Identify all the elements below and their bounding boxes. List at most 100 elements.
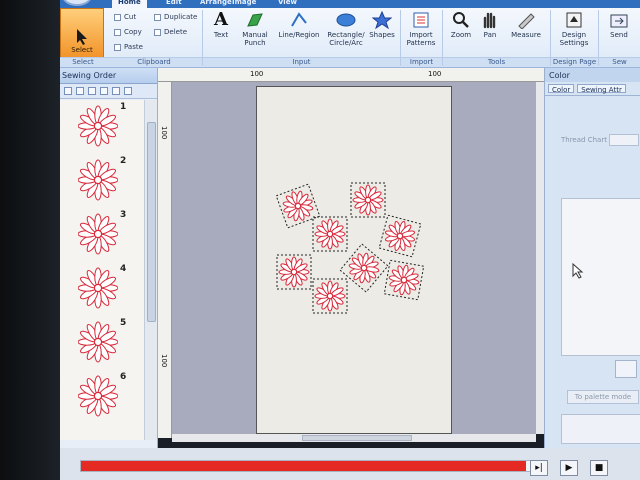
manual-punch-icon: [245, 11, 265, 29]
tab-arrange[interactable]: Arrange: [200, 0, 232, 8]
ruler-label: 100: [160, 126, 168, 140]
sewing-order-title: Sewing Order: [60, 68, 157, 84]
palette-icon[interactable]: [615, 360, 637, 378]
select-button[interactable]: Select: [60, 8, 104, 58]
order-number: 6: [120, 372, 127, 382]
scrollbar-thumb[interactable]: [302, 435, 412, 441]
measure-button[interactable]: Measure: [508, 11, 544, 39]
color-order-icon[interactable]: [112, 87, 120, 95]
flower-motif[interactable]: [378, 214, 422, 258]
tab-image[interactable]: Image: [232, 0, 256, 8]
group-label-sew: Sew: [599, 57, 640, 67]
list-item[interactable]: 1: [60, 100, 144, 154]
tab-home[interactable]: Home: [112, 0, 147, 8]
pan-button[interactable]: Pan: [478, 11, 502, 39]
cut-button[interactable]: Cut: [114, 13, 136, 21]
star-icon: [372, 11, 392, 29]
canvas-vertical-scrollbar[interactable]: [536, 82, 544, 434]
hand-icon: [480, 11, 500, 29]
flower-design[interactable]: [257, 87, 453, 435]
order-number: 3: [120, 210, 127, 220]
select-label: Select: [71, 46, 93, 54]
design-settings-button[interactable]: Design Settings: [554, 11, 594, 47]
cut-label: Cut: [124, 13, 137, 21]
color-panel-tabs: Color Sewing Attr: [545, 82, 640, 96]
lock-icon[interactable]: [100, 87, 108, 95]
color-panel-title: Color: [545, 68, 640, 82]
flower-motif[interactable]: [339, 243, 389, 293]
flower-motif[interactable]: [350, 182, 386, 218]
embroidery-hoop[interactable]: [256, 86, 452, 434]
ruler-label: 100: [428, 70, 442, 78]
color-swatch-area[interactable]: [561, 198, 640, 356]
import-patterns-button[interactable]: Import Patterns: [404, 11, 438, 47]
tab-view[interactable]: View: [278, 0, 297, 8]
order-number: 5: [120, 318, 127, 328]
flower-motif[interactable]: [312, 278, 348, 314]
shapes-label: Shapes: [369, 31, 395, 39]
measure-label: Measure: [511, 31, 541, 39]
duplicate-icon: [154, 13, 161, 21]
manual-punch-button[interactable]: Manual Punch: [238, 11, 272, 47]
design-settings-label: Design Settings: [559, 31, 589, 47]
sewing-order-list: 1 2 3 4 5 6: [60, 100, 144, 440]
thread-chart-select[interactable]: [609, 134, 639, 146]
rectangle-circle-arc-button[interactable]: Rectangle/ Circle/Arc: [326, 11, 366, 47]
move-first-icon[interactable]: [64, 87, 72, 95]
copy-icon: [114, 28, 121, 36]
line-region-icon: [289, 11, 309, 29]
progress-track[interactable]: [80, 460, 536, 472]
shapes-button[interactable]: Shapes: [368, 11, 396, 39]
to-palette-mode-button[interactable]: To palette mode: [567, 390, 639, 404]
group-label-design-page: Design Page: [551, 57, 598, 67]
flower-motif[interactable]: [276, 254, 312, 290]
list-item[interactable]: 4: [60, 262, 144, 316]
tab-sewing-attr[interactable]: Sewing Attr: [577, 84, 626, 94]
text-button[interactable]: A Text: [208, 11, 234, 40]
vertical-ruler: 100 100: [158, 82, 172, 438]
pan-label: Pan: [483, 31, 497, 39]
zoom-button[interactable]: Zoom: [448, 11, 474, 39]
list-item[interactable]: 2: [60, 154, 144, 208]
manual-punch-label: Manual Punch: [242, 31, 268, 47]
line-region-button[interactable]: Line/Region: [276, 11, 322, 39]
color-panel: Color Color Sewing Attr Thread Chart To …: [544, 68, 640, 448]
step-button[interactable]: ▸|: [530, 460, 548, 476]
delete-button[interactable]: Delete: [154, 28, 187, 36]
stop-button[interactable]: ■: [590, 460, 608, 476]
import-patterns-icon: [411, 11, 431, 29]
ellipse-icon: [336, 11, 356, 29]
paste-icon: [114, 43, 121, 51]
duplicate-button[interactable]: Duplicate: [154, 13, 197, 21]
flower-motif[interactable]: [383, 259, 425, 301]
flower-motif[interactable]: [312, 216, 348, 252]
paste-button[interactable]: Paste: [114, 43, 143, 51]
flower-motif[interactable]: [275, 183, 321, 229]
sewing-order-panel: Sewing Order 1 2 3 4 5 6: [60, 68, 158, 448]
horizontal-ruler: 100 100: [158, 68, 544, 82]
design-settings-icon: [564, 11, 584, 29]
move-up-icon[interactable]: [76, 87, 84, 95]
scissors-icon: [114, 13, 121, 21]
duplicate-label: Duplicate: [164, 13, 198, 21]
delete-icon: [154, 28, 161, 36]
list-item[interactable]: 5: [60, 316, 144, 370]
flower-thumbnail: [78, 105, 118, 147]
progress-fill: [81, 461, 526, 471]
list-item[interactable]: 6: [60, 370, 144, 424]
sewing-order-scrollbar[interactable]: [144, 100, 157, 440]
tab-color[interactable]: Color: [548, 84, 575, 94]
design-canvas-area: 100 100 100 100: [158, 68, 544, 448]
tab-edit[interactable]: Edit: [166, 0, 182, 8]
send-button[interactable]: Send: [604, 11, 634, 39]
play-button[interactable]: ▶: [560, 460, 578, 476]
zoom-label: Zoom: [450, 31, 472, 39]
copy-button[interactable]: Copy: [114, 28, 142, 36]
ribbon: Select Cut Copy Paste Duplicate Delete A…: [60, 8, 640, 68]
rectangle-circle-arc-label: Rectangle/ Circle/Arc: [327, 31, 365, 47]
scrollbar-thumb[interactable]: [147, 122, 156, 322]
list-item[interactable]: 3: [60, 208, 144, 262]
canvas-horizontal-scrollbar[interactable]: [172, 434, 536, 442]
pointer-icon[interactable]: [124, 87, 132, 95]
move-down-icon[interactable]: [88, 87, 96, 95]
